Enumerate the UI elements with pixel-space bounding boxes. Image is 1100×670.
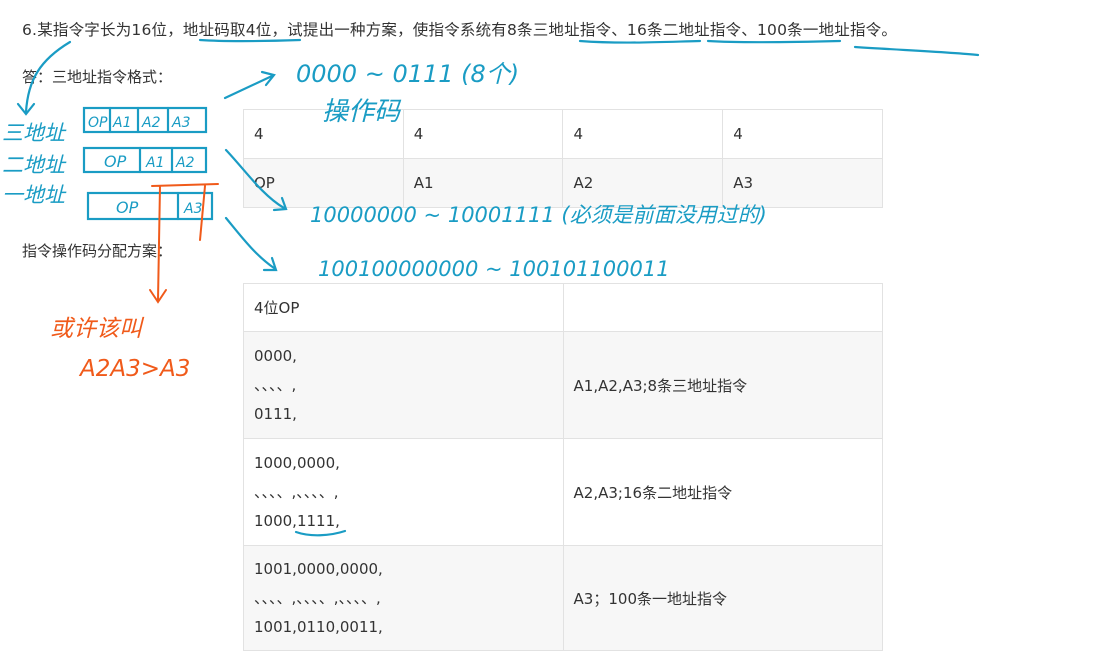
hw-orange-note-2: A2A3>A3 bbox=[78, 356, 190, 382]
hw-box3-a2: A2 bbox=[141, 115, 161, 131]
hw-box2-a1: A1 bbox=[145, 155, 164, 171]
code-line: 1000,0000, bbox=[254, 453, 340, 472]
orange-arrow bbox=[149, 289, 167, 304]
format-widths-row: 4 4 4 4 bbox=[243, 109, 883, 159]
opcode-allocation-table: 4位OP 0000, 、、、、, 0111, A1,A2,A3;8条三地址指令 … bbox=[243, 283, 884, 651]
hw-box2-a2: A2 bbox=[175, 155, 195, 171]
hw-label-3addr: 三地址 bbox=[2, 121, 67, 145]
table-row: 0000, 、、、、, 0111, A1,A2,A3;8条三地址指令 bbox=[243, 331, 884, 439]
field-cell: A2 bbox=[562, 158, 724, 208]
field-cell: OP bbox=[243, 158, 404, 208]
width-cell: 4 bbox=[402, 109, 564, 159]
hw-range-3addr: 0000 ~ 0111 (8个) bbox=[296, 60, 519, 88]
alloc-header-row: 4位OP bbox=[243, 283, 884, 332]
answer-label: 答：三地址指令格式： bbox=[22, 68, 173, 86]
arrow-mark bbox=[223, 74, 274, 100]
code-line: 1001,0000,0000, bbox=[254, 559, 383, 578]
hw-label-1addr: 一地址 bbox=[2, 183, 67, 207]
desc-cell: A1,A2,A3;8条三地址指令 bbox=[562, 331, 884, 439]
desc-cell: A2,A3;16条二地址指令 bbox=[562, 438, 884, 546]
table-row: 1001,0000,0000, 、、、、,、、、、,、、、、, 1001,011… bbox=[243, 545, 884, 651]
hw-box2-op: OP bbox=[104, 152, 127, 171]
desc-cell: A3；100条一地址指令 bbox=[562, 545, 884, 651]
arrow-mark bbox=[260, 70, 276, 87]
box-3addr bbox=[82, 106, 208, 134]
hw-orange-note-1: 或许该叫 bbox=[50, 316, 145, 342]
width-cell: 4 bbox=[562, 109, 724, 159]
code-line: 1001,0110,0011, bbox=[254, 617, 383, 636]
field-cell: A3 bbox=[722, 158, 883, 208]
code-line: 1000,1111, bbox=[254, 511, 340, 530]
code-line: 、、、、,、、、、, bbox=[254, 482, 339, 501]
code-cell: 1001,0000,0000, 、、、、,、、、、,、、、、, 1001,011… bbox=[243, 545, 564, 651]
underline-mark bbox=[706, 39, 842, 44]
hw-box3-a3: A3 bbox=[171, 115, 190, 131]
hw-label-2addr: 二地址 bbox=[2, 153, 67, 177]
table-row: 1000,0000, 、、、、,、、、、, 1000,1111, A2,A3;1… bbox=[243, 438, 884, 546]
hw-box3-a1: A1 bbox=[112, 115, 131, 131]
field-cell: A1 bbox=[402, 158, 564, 208]
arrow-mark bbox=[224, 216, 276, 270]
code-cell: 0000, 、、、、, 0111, bbox=[243, 331, 564, 439]
width-cell: 4 bbox=[243, 109, 404, 159]
hw-box3-op: OP bbox=[88, 115, 108, 131]
arrow-mark bbox=[16, 102, 36, 116]
hw-box1-op: OP bbox=[116, 198, 139, 217]
question-text: 6.某指令字长为16位，地址码取4位，试提出一种方案，使指令系统有8条三地址指令… bbox=[22, 21, 898, 39]
instruction-format-table: 4 4 4 4 OP A1 A2 A3 bbox=[243, 109, 883, 208]
format-fields-row: OP A1 A2 A3 bbox=[243, 158, 883, 208]
hw-box1-a3: A3 bbox=[183, 201, 202, 217]
hw-range-1addr: 100100000000 ~ 100101100011 bbox=[318, 257, 670, 281]
alloc-label: 指令操作码分配方案： bbox=[22, 242, 173, 260]
box-1addr bbox=[86, 191, 214, 221]
code-line: 、、、、, bbox=[254, 375, 297, 394]
box-2addr bbox=[82, 146, 208, 174]
underline-mark bbox=[853, 45, 980, 57]
code-line: 、、、、,、、、、,、、、、, bbox=[254, 588, 381, 607]
code-cell: 1000,0000, 、、、、,、、、、, 1000,1111, bbox=[243, 438, 564, 546]
underline-mark bbox=[578, 39, 702, 44]
underline-mark bbox=[198, 38, 302, 43]
code-line: 0111, bbox=[254, 404, 297, 423]
header-cell bbox=[562, 283, 884, 332]
header-cell: 4位OP bbox=[243, 283, 564, 332]
code-line: 0000, bbox=[254, 346, 297, 365]
width-cell: 4 bbox=[722, 109, 883, 159]
arrow-mark bbox=[262, 256, 278, 272]
